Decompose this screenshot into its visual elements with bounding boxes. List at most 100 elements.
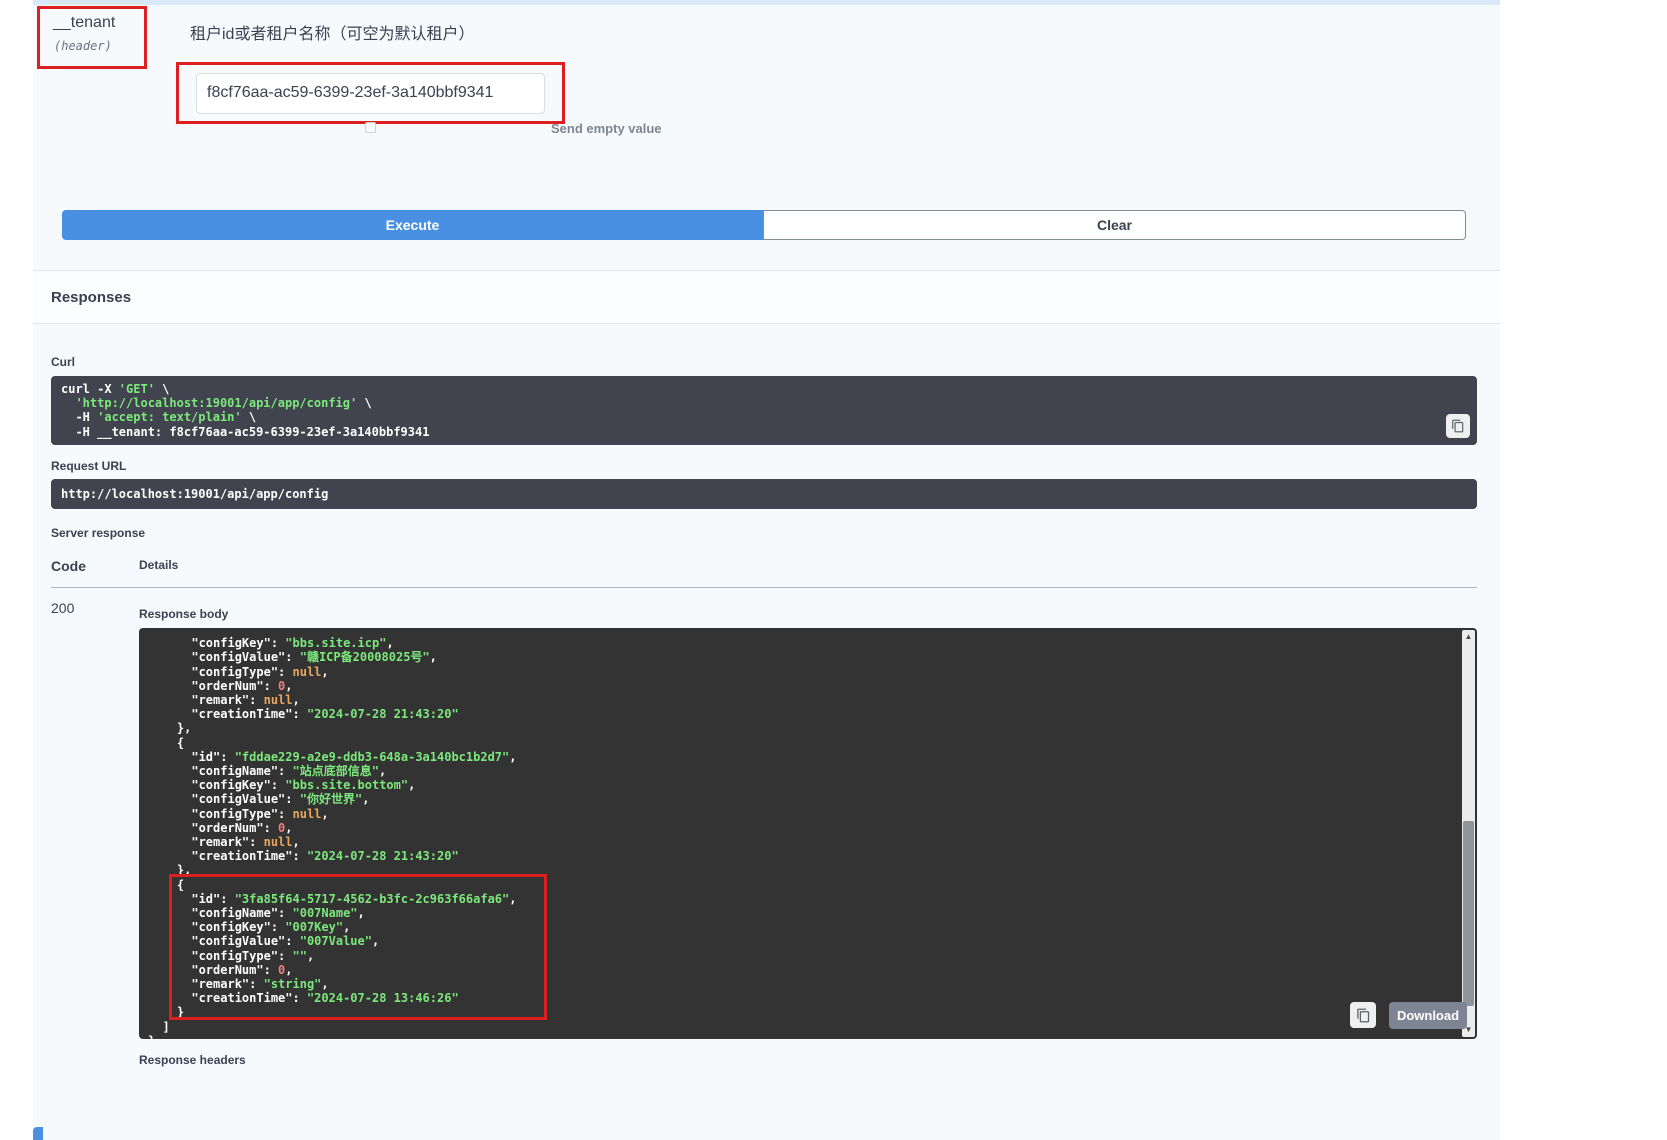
code-token: "orderNum": [148, 679, 264, 693]
code-token: :: [278, 764, 292, 778]
responses-section-body: Curl curl -X 'GET' \ 'http://localhost:1…: [33, 324, 1500, 1067]
code-token: -H: [61, 410, 97, 424]
code-token: -H __tenant: f8cf76aa-ac59-6399-23ef-3a1…: [61, 425, 429, 439]
code-line: "orderNum": 0,: [148, 821, 1447, 835]
code-token: \: [242, 410, 256, 424]
code-line: "configValue": "赣ICP备20008025号",: [148, 650, 1447, 664]
code-token: :: [285, 650, 299, 664]
code-token: "orderNum": [148, 821, 264, 835]
code-token: ,: [321, 665, 328, 679]
code-token: "configKey": [148, 636, 271, 650]
code-token: :: [278, 807, 292, 821]
curl-command-code: curl -X 'GET' \ 'http://localhost:19001/…: [61, 382, 1467, 439]
copy-icon: [1356, 1008, 1371, 1023]
send-empty-value-label: Send empty value: [551, 121, 662, 136]
code-token: "bbs.site.icp": [285, 636, 386, 650]
code-line: }: [148, 1034, 1447, 1039]
code-token: {: [148, 736, 184, 750]
code-line: "configType": null,: [148, 665, 1447, 679]
code-line: curl -X 'GET' \: [61, 382, 1467, 396]
code-token: null: [293, 807, 322, 821]
execute-button[interactable]: Execute: [62, 210, 763, 240]
copy-response-button[interactable]: [1350, 1002, 1376, 1028]
code-line: ]: [148, 1020, 1447, 1034]
code-token: "remark": [148, 693, 249, 707]
code-token: ,: [285, 821, 292, 835]
code-token: \: [357, 396, 371, 410]
code-token: :: [293, 849, 307, 863]
scrollbar-thumb[interactable]: [1463, 821, 1474, 1006]
code-token: "赣ICP备20008025号": [300, 650, 430, 664]
curl-label: Curl: [51, 355, 1477, 369]
code-token: :: [249, 693, 263, 707]
code-line: -H __tenant: f8cf76aa-ac59-6399-23ef-3a1…: [61, 425, 1467, 439]
server-response-label: Server response: [51, 526, 1477, 540]
code-token: ,: [293, 835, 300, 849]
code-line: "configValue": "你好世界",: [148, 792, 1447, 806]
next-opblock-edge: [33, 1127, 43, 1140]
code-token: :: [249, 835, 263, 849]
code-token: "站点底部信息": [293, 764, 379, 778]
code-token: "configName": [148, 764, 278, 778]
code-line: },: [148, 721, 1447, 735]
code-token: ,: [379, 764, 386, 778]
response-details-cell: Response body "configKey": "bbs.site.icp…: [139, 600, 1477, 1067]
code-line: -H 'accept: text/plain' \: [61, 410, 1467, 424]
swagger-get-opblock: __tenant (header) 租户id或者租户名称（可空为默认租户） Se…: [33, 0, 1500, 1140]
code-token: "configValue": [148, 650, 285, 664]
code-line: "configType": null,: [148, 807, 1447, 821]
code-token: "bbs.site.bottom": [285, 778, 408, 792]
code-token: null: [264, 835, 293, 849]
code-line: "creationTime": "2024-07-28 21:43:20": [148, 707, 1447, 721]
code-token: ,: [386, 636, 393, 650]
code-token: "creationTime": [148, 849, 293, 863]
send-empty-value-checkbox[interactable]: [365, 122, 376, 133]
code-token: [61, 396, 75, 410]
response-body-box: "configKey": "bbs.site.icp", "configValu…: [139, 628, 1477, 1039]
download-button[interactable]: Download: [1389, 1002, 1467, 1029]
code-token: ,: [408, 778, 415, 792]
code-token: "remark": [148, 835, 249, 849]
status-code: 200: [51, 600, 139, 1067]
code-token: 'accept: text/plain': [97, 410, 242, 424]
response-headers-label: Response headers: [139, 1053, 1477, 1067]
code-token: ]: [148, 1020, 170, 1034]
code-token: :: [293, 707, 307, 721]
code-token: },: [148, 721, 191, 735]
request-url-label: Request URL: [51, 459, 1477, 473]
execute-clear-row: Execute Clear: [62, 210, 1466, 240]
code-token: 'GET': [119, 382, 155, 396]
tenant-input[interactable]: [196, 73, 545, 114]
code-token: "2024-07-28 21:43:20": [307, 707, 459, 721]
code-token: :: [285, 792, 299, 806]
parameter-description: 租户id或者租户名称（可空为默认租户）: [190, 20, 474, 44]
code-token: "2024-07-28 21:43:20": [307, 849, 459, 863]
code-line: "creationTime": "2024-07-28 21:43:20": [148, 849, 1447, 863]
code-line: "configName": "站点底部信息",: [148, 764, 1447, 778]
code-token: ,: [430, 650, 437, 664]
code-token: "configValue": [148, 792, 285, 806]
scrollbar-up-icon[interactable]: ▲: [1462, 630, 1475, 644]
code-token: null: [293, 665, 322, 679]
response-row-200: 200 Response body "configKey": "bbs.site…: [51, 588, 1477, 1067]
code-token: "configType": [148, 807, 278, 821]
section-divider: [33, 0, 1500, 5]
code-token: :: [278, 665, 292, 679]
code-token: ,: [285, 679, 292, 693]
scrollbar[interactable]: ▲ ▼: [1462, 630, 1475, 1037]
code-token: :: [220, 750, 234, 764]
code-token: :: [264, 821, 278, 835]
code-token: "你好世界": [300, 792, 362, 806]
code-token: }: [148, 1034, 155, 1039]
responses-section-header: Responses: [33, 270, 1500, 324]
clear-button[interactable]: Clear: [763, 210, 1466, 240]
response-table-header: Code Details: [51, 558, 1477, 588]
code-line: 'http://localhost:19001/api/app/config' …: [61, 396, 1467, 410]
copy-curl-button[interactable]: [1446, 414, 1470, 438]
code-token: ,: [362, 792, 369, 806]
code-token: :: [271, 636, 285, 650]
code-token: ,: [293, 693, 300, 707]
annotation-box-tenant-input: [176, 62, 565, 124]
request-url-value: http://localhost:19001/api/app/config: [61, 487, 1467, 501]
code-line: "configKey": "bbs.site.icp",: [148, 636, 1447, 650]
